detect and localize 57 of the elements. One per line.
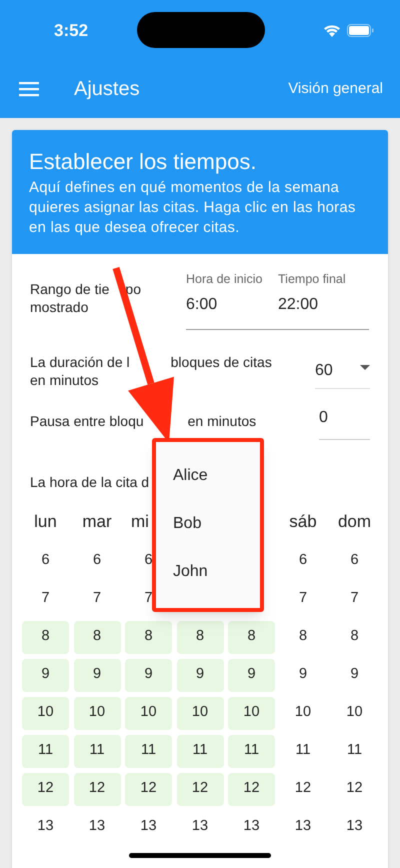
hour-slot[interactable]: 11 — [125, 734, 172, 768]
duration-dropdown[interactable]: 60 — [315, 358, 370, 389]
hour-slot[interactable]: 10 — [176, 696, 224, 730]
day-header: sáb — [289, 510, 317, 533]
hour-slot[interactable]: 12 — [176, 772, 224, 806]
hour-slot[interactable]: 10 — [228, 696, 275, 730]
time-range-field[interactable]: Hora de inicio 6:00 Tiempo final 22:00 — [186, 270, 369, 330]
hour-slot[interactable]: 9 — [74, 658, 120, 692]
field-label: en minutos — [30, 370, 98, 389]
card-title: Establecer los tiempos. — [29, 148, 258, 176]
day-header: mi — [131, 510, 149, 533]
hour-slot[interactable]: 8 — [125, 620, 172, 654]
status-time: 3:52 — [54, 20, 88, 42]
hour-slot[interactable]: 11 — [74, 734, 120, 768]
hour-slot[interactable]: 8 — [22, 620, 69, 654]
hour-slot[interactable]: 11 — [228, 734, 275, 768]
field-label: La duración de l — [30, 352, 130, 371]
app-title: Ajustes — [74, 77, 140, 102]
hour-slot[interactable]: 12 — [125, 772, 172, 806]
menu-item[interactable]: John — [173, 561, 260, 583]
wifi-icon — [323, 24, 341, 36]
hour-slot[interactable]: 9 — [125, 658, 172, 692]
hour-slot[interactable]: 9 — [176, 658, 224, 692]
hour-slot[interactable]: 8 — [176, 620, 224, 654]
hour-slot[interactable]: 11 — [22, 734, 69, 768]
hour-slot[interactable]: 10 — [74, 696, 120, 730]
hour-slot[interactable]: 12 — [74, 772, 120, 806]
card-description: Aquí defines en qué momentos de la semana quieres asignar las citas. Haga clic en las horas en las que desea ofrecer citas. — [29, 178, 357, 238]
menu-button[interactable] — [19, 81, 39, 97]
end-time-label: Tiempo final — [278, 271, 346, 288]
end-time-value: 22:00 — [278, 294, 320, 315]
field-label: La hora de la cita d — [30, 472, 150, 492]
menu-item[interactable]: Alice — [173, 465, 260, 487]
hour-slot[interactable]: 10 — [125, 696, 172, 730]
day-header: mar — [82, 510, 112, 533]
hour-slot[interactable]: 12 — [228, 772, 275, 806]
menu-icon — [19, 81, 39, 97]
hour-slot[interactable]: 8 — [228, 620, 275, 654]
day-header: lun — [34, 510, 57, 533]
menu-item[interactable]: Bob — [173, 513, 260, 535]
start-time-value: 6:00 — [186, 294, 218, 315]
dropdown-caret-icon — [360, 364, 370, 370]
field-label: Rango de tie — [30, 280, 110, 298]
hour-slot[interactable]: 12 — [22, 772, 69, 806]
hour-slot[interactable]: 10 — [22, 696, 69, 730]
hour-slot[interactable]: 9 — [22, 658, 69, 692]
field-label: mostrado — [30, 298, 88, 316]
field-label: Pausa entre bloqu — [30, 412, 144, 430]
battery-icon — [347, 24, 374, 36]
field-label: en minutos — [188, 412, 256, 430]
hour-slot[interactable]: 9 — [228, 658, 275, 692]
pause-input-field[interactable]: 0 — [319, 406, 370, 440]
field-label: bloques de citas — [170, 352, 272, 371]
day-header: dom — [338, 510, 372, 533]
start-time-label: Hora de inicio — [186, 271, 264, 288]
hour-slot[interactable]: 11 — [176, 734, 224, 768]
hour-slot[interactable]: 8 — [74, 620, 120, 654]
